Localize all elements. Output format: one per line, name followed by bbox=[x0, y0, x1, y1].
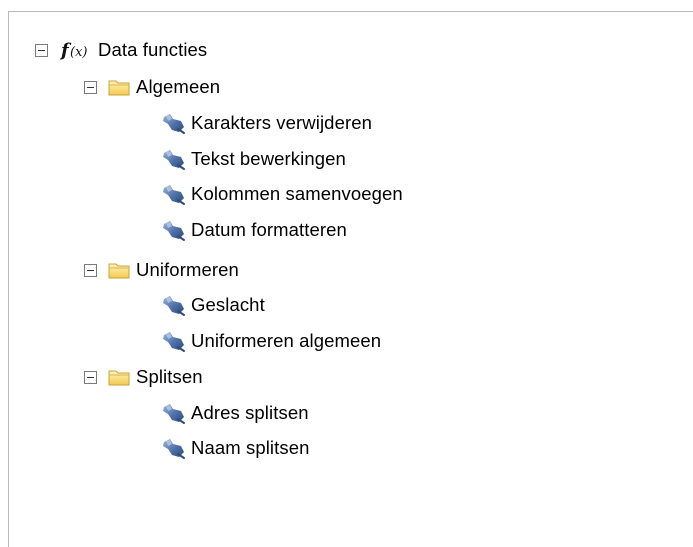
tree-node-label: Datum formatteren bbox=[191, 219, 347, 240]
tree-leaf-naam-splitsen[interactable]: Naam splitsen bbox=[160, 433, 310, 463]
plug-icon bbox=[163, 439, 185, 459]
plug-icon bbox=[163, 404, 185, 424]
tree-node-label: Uniformeren bbox=[136, 259, 239, 280]
plug-icon bbox=[163, 221, 185, 241]
collapse-toggle-algemeen[interactable] bbox=[84, 80, 97, 94]
plug-icon bbox=[163, 296, 185, 316]
plug-icon bbox=[163, 332, 185, 352]
tree-node-label: Karakters verwijderen bbox=[191, 112, 373, 133]
tree-node-label: Splitsen bbox=[136, 366, 203, 387]
tree-leaf-datum-formatteren[interactable]: Datum formatteren bbox=[160, 215, 347, 245]
tree-folder-uniformeren[interactable]: Uniformeren bbox=[84, 255, 239, 285]
tree-node-label: Geslacht bbox=[191, 294, 265, 315]
tree-node-label: Adres splitsen bbox=[191, 402, 309, 423]
plug-icon bbox=[163, 185, 185, 205]
folder-icon bbox=[108, 80, 130, 96]
collapse-toggle-root[interactable] bbox=[35, 43, 48, 57]
tree-leaf-kolommen-samenvoegen[interactable]: Kolommen samenvoegen bbox=[160, 179, 403, 209]
function-icon: f (x) bbox=[60, 40, 87, 61]
plug-icon bbox=[163, 114, 185, 134]
tree-panel: f (x) Data functies Algemeen Karakters v… bbox=[8, 11, 693, 547]
tree-folder-algemeen[interactable]: Algemeen bbox=[84, 72, 220, 102]
tree-node-label: Tekst bewerkingen bbox=[191, 148, 346, 169]
svg-text:(x): (x) bbox=[70, 45, 87, 60]
folder-icon bbox=[108, 370, 130, 386]
plug-icon bbox=[163, 150, 185, 170]
collapse-toggle-splitsen[interactable] bbox=[84, 370, 97, 384]
tree-node-label: Algemeen bbox=[136, 76, 221, 97]
tree-leaf-karakters-verwijderen[interactable]: Karakters verwijderen bbox=[160, 108, 372, 138]
collapse-toggle-uniformeren[interactable] bbox=[84, 263, 97, 277]
tree-node-data-functies[interactable]: f (x) Data functies bbox=[35, 35, 207, 65]
tree-leaf-geslacht[interactable]: Geslacht bbox=[160, 290, 265, 320]
tree-node-label: Naam splitsen bbox=[191, 437, 310, 458]
tree-node-label: Kolommen samenvoegen bbox=[191, 183, 403, 204]
tree-node-label: Data functies bbox=[98, 39, 208, 60]
tree-leaf-uniformeren-algemeen[interactable]: Uniformeren algemeen bbox=[160, 326, 381, 356]
tree-leaf-adres-splitsen[interactable]: Adres splitsen bbox=[160, 398, 309, 428]
tree-folder-splitsen[interactable]: Splitsen bbox=[84, 362, 203, 392]
tree-leaf-tekst-bewerkingen[interactable]: Tekst bewerkingen bbox=[160, 144, 346, 174]
folder-icon bbox=[108, 263, 130, 279]
tree-node-label: Uniformeren algemeen bbox=[191, 330, 382, 351]
